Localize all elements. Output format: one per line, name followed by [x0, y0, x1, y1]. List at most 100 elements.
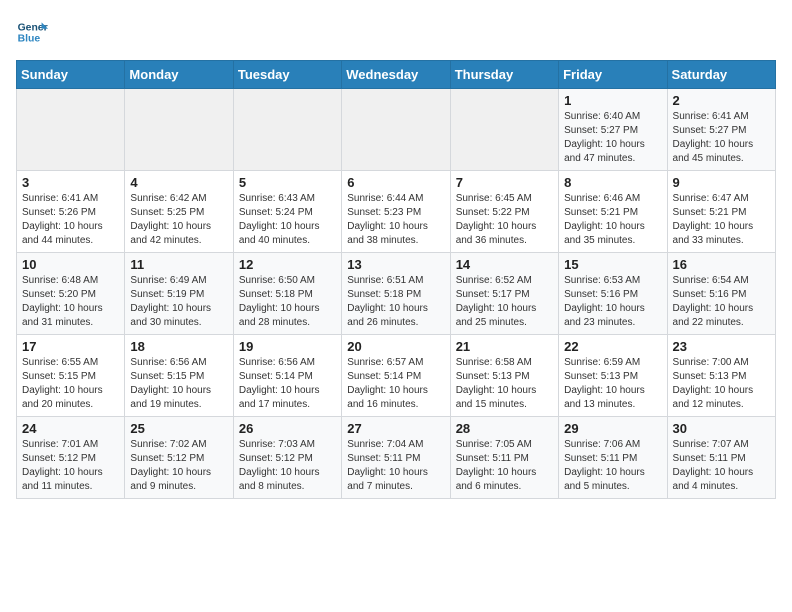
day-info: Sunrise: 6:52 AM Sunset: 5:17 PM Dayligh…: [456, 274, 553, 330]
calendar-cell: 19 Sunrise: 6:56 AM Sunset: 5:14 PM Dayli…: [233, 335, 341, 417]
day-info: Sunrise: 6:55 AM Sunset: 5:15 PM Dayligh…: [22, 356, 119, 412]
calendar-cell: [233, 89, 341, 171]
weekday-header-tuesday: Tuesday: [233, 61, 341, 89]
calendar-cell: 18 Sunrise: 6:56 AM Sunset: 5:15 PM Dayli…: [125, 335, 233, 417]
day-number: 18: [130, 339, 227, 354]
day-number: 24: [22, 421, 119, 436]
day-info: Sunrise: 7:04 AM Sunset: 5:11 PM Dayligh…: [347, 438, 444, 494]
day-number: 23: [673, 339, 770, 354]
day-number: 1: [564, 93, 661, 108]
day-info: Sunrise: 6:57 AM Sunset: 5:14 PM Dayligh…: [347, 356, 444, 412]
calendar-cell: 14Sunrise: 6:52 AM Sunset: 5:17 PM Dayli…: [450, 253, 558, 335]
day-number: 6: [347, 175, 444, 190]
calendar-cell: 11 Sunrise: 6:49 AM Sunset: 5:19 PM Dayli…: [125, 253, 233, 335]
day-info: Sunrise: 6:56 AM Sunset: 5:15 PM Dayligh…: [130, 356, 227, 412]
day-number: 2: [673, 93, 770, 108]
day-info: Sunrise: 6:54 AM Sunset: 5:16 PM Dayligh…: [673, 274, 770, 330]
calendar-cell: 21Sunrise: 6:58 AM Sunset: 5:13 PM Dayli…: [450, 335, 558, 417]
day-info: Sunrise: 6:59 AM Sunset: 5:13 PM Dayligh…: [564, 356, 661, 412]
calendar-cell: 29 Sunrise: 7:06 AM Sunset: 5:11 PM Dayli…: [559, 417, 667, 499]
day-info: Sunrise: 6:58 AM Sunset: 5:13 PM Dayligh…: [456, 356, 553, 412]
calendar-cell: [17, 89, 125, 171]
day-info: Sunrise: 6:53 AM Sunset: 5:16 PM Dayligh…: [564, 274, 661, 330]
day-info: Sunrise: 6:47 AM Sunset: 5:21 PM Dayligh…: [673, 192, 770, 248]
day-number: 17: [22, 339, 119, 354]
day-number: 15: [564, 257, 661, 272]
day-number: 3: [22, 175, 119, 190]
day-info: Sunrise: 6:40 AM Sunset: 5:27 PM Dayligh…: [564, 110, 661, 166]
day-info: Sunrise: 6:41 AM Sunset: 5:27 PM Dayligh…: [673, 110, 770, 166]
day-info: Sunrise: 6:43 AM Sunset: 5:24 PM Dayligh…: [239, 192, 336, 248]
day-info: Sunrise: 6:41 AM Sunset: 5:26 PM Dayligh…: [22, 192, 119, 248]
calendar-table: SundayMondayTuesdayWednesdayThursdayFrid…: [16, 60, 776, 499]
calendar-cell: [450, 89, 558, 171]
calendar-cell: 25 Sunrise: 7:02 AM Sunset: 5:12 PM Dayli…: [125, 417, 233, 499]
logo: General Blue: [16, 16, 52, 48]
day-number: 9: [673, 175, 770, 190]
day-number: 13: [347, 257, 444, 272]
day-number: 5: [239, 175, 336, 190]
calendar-cell: 12 Sunrise: 6:50 AM Sunset: 5:18 PM Dayli…: [233, 253, 341, 335]
calendar-cell: 16 Sunrise: 6:54 AM Sunset: 5:16 PM Dayli…: [667, 253, 775, 335]
day-info: Sunrise: 6:45 AM Sunset: 5:22 PM Dayligh…: [456, 192, 553, 248]
day-info: Sunrise: 7:03 AM Sunset: 5:12 PM Dayligh…: [239, 438, 336, 494]
day-info: Sunrise: 7:00 AM Sunset: 5:13 PM Dayligh…: [673, 356, 770, 412]
calendar-cell: 10 Sunrise: 6:48 AM Sunset: 5:20 PM Dayli…: [17, 253, 125, 335]
day-number: 16: [673, 257, 770, 272]
calendar-cell: 23 Sunrise: 7:00 AM Sunset: 5:13 PM Dayli…: [667, 335, 775, 417]
calendar-cell: 7Sunrise: 6:45 AM Sunset: 5:22 PM Daylig…: [450, 171, 558, 253]
day-number: 29: [564, 421, 661, 436]
day-number: 20: [347, 339, 444, 354]
calendar-cell: 26 Sunrise: 7:03 AM Sunset: 5:12 PM Dayli…: [233, 417, 341, 499]
calendar-cell: 9 Sunrise: 6:47 AM Sunset: 5:21 PM Daylig…: [667, 171, 775, 253]
day-info: Sunrise: 7:06 AM Sunset: 5:11 PM Dayligh…: [564, 438, 661, 494]
weekday-header-saturday: Saturday: [667, 61, 775, 89]
calendar-cell: [342, 89, 450, 171]
day-number: 4: [130, 175, 227, 190]
calendar-cell: 20 Sunrise: 6:57 AM Sunset: 5:14 PM Dayli…: [342, 335, 450, 417]
calendar-cell: 5 Sunrise: 6:43 AM Sunset: 5:24 PM Daylig…: [233, 171, 341, 253]
day-number: 27: [347, 421, 444, 436]
weekday-header-thursday: Thursday: [450, 61, 558, 89]
day-number: 8: [564, 175, 661, 190]
calendar-cell: [125, 89, 233, 171]
day-info: Sunrise: 6:48 AM Sunset: 5:20 PM Dayligh…: [22, 274, 119, 330]
svg-text:Blue: Blue: [18, 34, 41, 45]
day-info: Sunrise: 6:51 AM Sunset: 5:18 PM Dayligh…: [347, 274, 444, 330]
calendar-cell: 13 Sunrise: 6:51 AM Sunset: 5:18 PM Dayli…: [342, 253, 450, 335]
calendar-cell: 1 Sunrise: 6:40 AM Sunset: 5:27 PM Daylig…: [559, 89, 667, 171]
calendar-cell: 24 Sunrise: 7:01 AM Sunset: 5:12 PM Dayli…: [17, 417, 125, 499]
day-info: Sunrise: 6:44 AM Sunset: 5:23 PM Dayligh…: [347, 192, 444, 248]
calendar-cell: 8 Sunrise: 6:46 AM Sunset: 5:21 PM Daylig…: [559, 171, 667, 253]
day-info: Sunrise: 7:01 AM Sunset: 5:12 PM Dayligh…: [22, 438, 119, 494]
day-number: 28: [456, 421, 553, 436]
weekday-header-sunday: Sunday: [17, 61, 125, 89]
weekday-header-friday: Friday: [559, 61, 667, 89]
day-info: Sunrise: 6:50 AM Sunset: 5:18 PM Dayligh…: [239, 274, 336, 330]
calendar-cell: 30 Sunrise: 7:07 AM Sunset: 5:11 PM Dayli…: [667, 417, 775, 499]
day-number: 11: [130, 257, 227, 272]
calendar-cell: 2 Sunrise: 6:41 AM Sunset: 5:27 PM Daylig…: [667, 89, 775, 171]
day-info: Sunrise: 6:42 AM Sunset: 5:25 PM Dayligh…: [130, 192, 227, 248]
calendar-cell: 3 Sunrise: 6:41 AM Sunset: 5:26 PM Daylig…: [17, 171, 125, 253]
day-info: Sunrise: 7:07 AM Sunset: 5:11 PM Dayligh…: [673, 438, 770, 494]
day-number: 19: [239, 339, 336, 354]
day-number: 30: [673, 421, 770, 436]
day-info: Sunrise: 7:02 AM Sunset: 5:12 PM Dayligh…: [130, 438, 227, 494]
day-number: 10: [22, 257, 119, 272]
calendar-cell: 6 Sunrise: 6:44 AM Sunset: 5:23 PM Daylig…: [342, 171, 450, 253]
day-number: 25: [130, 421, 227, 436]
calendar-cell: 4 Sunrise: 6:42 AM Sunset: 5:25 PM Daylig…: [125, 171, 233, 253]
calendar-cell: 28Sunrise: 7:05 AM Sunset: 5:11 PM Dayli…: [450, 417, 558, 499]
day-info: Sunrise: 6:49 AM Sunset: 5:19 PM Dayligh…: [130, 274, 227, 330]
calendar-cell: 27 Sunrise: 7:04 AM Sunset: 5:11 PM Dayli…: [342, 417, 450, 499]
calendar-cell: 22 Sunrise: 6:59 AM Sunset: 5:13 PM Dayli…: [559, 335, 667, 417]
day-info: Sunrise: 6:56 AM Sunset: 5:14 PM Dayligh…: [239, 356, 336, 412]
day-number: 12: [239, 257, 336, 272]
calendar-cell: 17 Sunrise: 6:55 AM Sunset: 5:15 PM Dayli…: [17, 335, 125, 417]
weekday-header-wednesday: Wednesday: [342, 61, 450, 89]
day-number: 26: [239, 421, 336, 436]
day-number: 22: [564, 339, 661, 354]
day-info: Sunrise: 6:46 AM Sunset: 5:21 PM Dayligh…: [564, 192, 661, 248]
calendar-cell: 15 Sunrise: 6:53 AM Sunset: 5:16 PM Dayli…: [559, 253, 667, 335]
